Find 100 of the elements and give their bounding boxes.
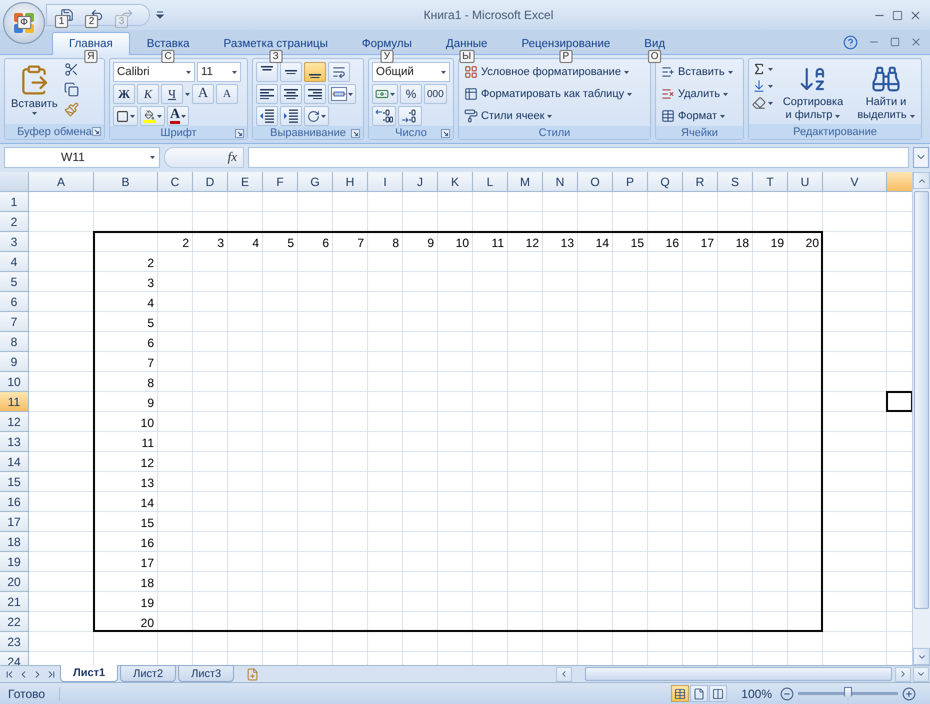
row-header[interactable]: 15 bbox=[0, 472, 29, 492]
key-tip: 3 bbox=[115, 15, 128, 28]
column-header[interactable]: C bbox=[158, 172, 193, 192]
table-cell-text: 11 bbox=[140, 435, 155, 452]
table-cell-text: 4 bbox=[251, 235, 260, 252]
sheet-tab[interactable]: Лист1 bbox=[60, 665, 118, 682]
group-label: Стили bbox=[538, 126, 570, 138]
column-header[interactable]: V bbox=[823, 172, 887, 192]
name-box[interactable]: W11 bbox=[4, 146, 160, 168]
row-header[interactable]: 1 bbox=[0, 192, 29, 212]
column-header[interactable]: T bbox=[753, 172, 788, 192]
column-header[interactable]: A bbox=[29, 172, 94, 192]
row-header[interactable]: 5 bbox=[0, 272, 29, 292]
thousands-button[interactable]: 000 bbox=[424, 84, 447, 104]
table-cell-text: 16 bbox=[140, 535, 155, 552]
row-header[interactable]: 21 bbox=[0, 592, 29, 612]
row-header[interactable]: 3 bbox=[0, 232, 29, 252]
row-header[interactable]: 9 bbox=[0, 352, 29, 372]
row-header[interactable]: 11 bbox=[0, 392, 29, 412]
column-header[interactable]: L bbox=[473, 172, 508, 192]
column-header[interactable]: F bbox=[263, 172, 298, 192]
table-cell-text: 6 bbox=[146, 335, 155, 352]
column-header[interactable]: U bbox=[788, 172, 823, 192]
office-button[interactable]: Ф bbox=[3, 2, 45, 44]
styles-menu-button[interactable]: Форматировать как таблицу bbox=[462, 84, 634, 104]
row-header[interactable]: 14 bbox=[0, 452, 29, 472]
key-tip: 1 bbox=[55, 15, 68, 28]
column-header[interactable]: P bbox=[613, 172, 648, 192]
table-cell-text: 3 bbox=[146, 275, 155, 292]
column-header[interactable]: M bbox=[508, 172, 543, 192]
key-tip: З bbox=[269, 50, 282, 63]
column-header[interactable]: D bbox=[193, 172, 228, 192]
styles-menu-button[interactable]: Стили ячеек bbox=[462, 106, 554, 126]
key-tip: У bbox=[380, 50, 394, 63]
percent-button[interactable]: % bbox=[400, 84, 422, 104]
cells-menu-button[interactable]: Вставить bbox=[659, 62, 735, 82]
paste-label: Вставить bbox=[11, 98, 58, 110]
table-cell-text: 2 bbox=[146, 255, 155, 272]
row-header[interactable]: 22 bbox=[0, 612, 29, 632]
row-header[interactable]: 13 bbox=[0, 432, 29, 452]
font-name-field[interactable]: Calibri bbox=[113, 62, 195, 82]
column-header[interactable]: I bbox=[368, 172, 403, 192]
styles-menu-button[interactable]: Условное форматирование bbox=[462, 62, 631, 82]
table-cell-text: 14 bbox=[140, 495, 155, 512]
table-cell-text: 8 bbox=[146, 375, 155, 392]
column-header[interactable]: S bbox=[718, 172, 753, 192]
row-header[interactable]: 23 bbox=[0, 632, 29, 652]
row-header[interactable]: 4 bbox=[0, 252, 29, 272]
row-header[interactable]: 12 bbox=[0, 412, 29, 432]
column-header[interactable]: O bbox=[578, 172, 613, 192]
font-size-field[interactable]: 11 bbox=[197, 62, 241, 82]
sheet-tab[interactable]: Лист2 bbox=[120, 665, 176, 682]
row-header[interactable]: 19 bbox=[0, 552, 29, 572]
key-tip: Ф bbox=[17, 16, 31, 29]
column-header[interactable]: K bbox=[438, 172, 473, 192]
row-header[interactable]: 8 bbox=[0, 332, 29, 352]
find-select-button[interactable]: Найти и выделить bbox=[853, 62, 919, 124]
column-header[interactable]: Q bbox=[648, 172, 683, 192]
paste-button[interactable]: Вставить bbox=[8, 62, 61, 117]
insert-function-button[interactable]: fx bbox=[164, 146, 244, 168]
table-cell-text: 10 bbox=[454, 235, 470, 252]
row-header[interactable]: 18 bbox=[0, 532, 29, 552]
key-tip: Я bbox=[84, 50, 98, 63]
table-cell-text: 5 bbox=[286, 235, 295, 252]
table-cell-text: 19 bbox=[140, 595, 155, 612]
row-header[interactable]: 20 bbox=[0, 572, 29, 592]
underline-button[interactable]: Ч bbox=[161, 84, 183, 104]
sort-filter-button[interactable]: Сортировка и фильтр bbox=[776, 62, 850, 124]
bold-button[interactable]: Ж bbox=[113, 84, 135, 104]
column-header[interactable]: B bbox=[94, 172, 158, 192]
zoom-level[interactable]: 100% bbox=[741, 686, 772, 700]
table-cell-text: 6 bbox=[321, 235, 330, 252]
column-header[interactable]: N bbox=[543, 172, 578, 192]
row-header[interactable]: 7 bbox=[0, 312, 29, 332]
italic-button[interactable]: К bbox=[137, 84, 159, 104]
key-tip: Ы bbox=[459, 50, 474, 63]
row-header[interactable]: 10 bbox=[0, 372, 29, 392]
row-header[interactable]: 17 bbox=[0, 512, 29, 532]
column-header[interactable]: J bbox=[403, 172, 438, 192]
number-format-field[interactable]: Общий bbox=[372, 62, 450, 82]
row-header[interactable]: 16 bbox=[0, 492, 29, 512]
row-header[interactable]: 6 bbox=[0, 292, 29, 312]
font-color-button[interactable]: A bbox=[167, 106, 190, 126]
group-label: Буфер обмена bbox=[17, 126, 92, 138]
grow-font-button[interactable]: A bbox=[192, 84, 214, 104]
table-cell-text: 4 bbox=[146, 295, 155, 312]
column-header[interactable]: H bbox=[333, 172, 368, 192]
column-header[interactable]: G bbox=[298, 172, 333, 192]
sheet-tab[interactable]: Лист3 bbox=[178, 665, 234, 682]
table-cell-text: 9 bbox=[146, 395, 155, 412]
column-header[interactable]: E bbox=[228, 172, 263, 192]
column-header[interactable]: R bbox=[683, 172, 718, 192]
key-tip: Р bbox=[559, 50, 572, 63]
table-cell-text: 14 bbox=[594, 235, 610, 252]
table-cell-text: 15 bbox=[630, 235, 645, 252]
shrink-font-button[interactable]: A bbox=[216, 84, 238, 104]
row-header[interactable]: 2 bbox=[0, 212, 29, 232]
cells-menu-button[interactable]: Формат bbox=[659, 106, 728, 126]
group-label: Ячейки bbox=[681, 126, 718, 138]
cells-menu-button[interactable]: Удалить bbox=[659, 84, 730, 104]
